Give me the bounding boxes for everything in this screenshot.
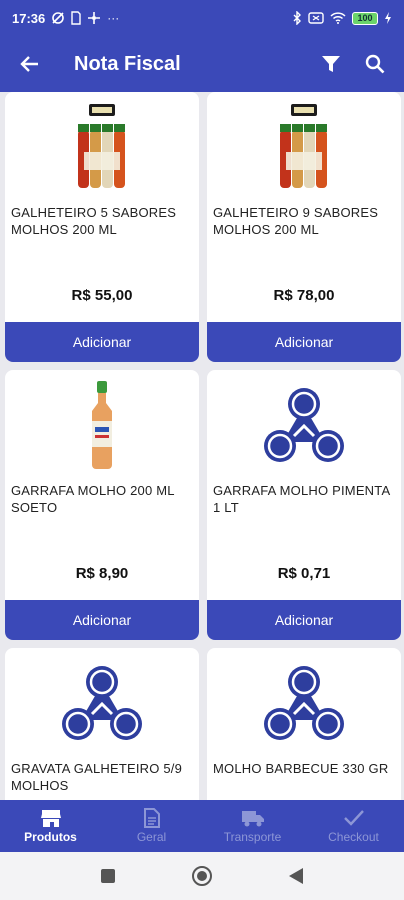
- product-image: [207, 656, 401, 750]
- truck-icon: [241, 811, 264, 827]
- system-nav-bar: [0, 852, 404, 900]
- placeholder-logo-icon: [264, 666, 344, 740]
- add-button[interactable]: Adicionar: [5, 600, 199, 640]
- product-name: GALHETEIRO 5 SABORES MOLHOS 200 ML: [11, 205, 177, 237]
- product-image: [207, 100, 401, 194]
- product-grid: GALHETEIRO 5 SABORES MOLHOS 200 ML R$ 55…: [5, 92, 401, 800]
- sauce-bottles-pack-icon: [78, 104, 125, 188]
- tab-label: Geral: [136, 830, 167, 844]
- tab-label: Checkout: [328, 830, 379, 844]
- app-bar-actions: [316, 49, 394, 79]
- check-icon: [343, 810, 364, 826]
- square-icon: [101, 869, 115, 883]
- system-back-button[interactable]: [284, 864, 308, 888]
- charging-icon: [385, 12, 391, 24]
- wifi-icon: [330, 12, 346, 24]
- product-image: [207, 378, 401, 472]
- app-bar: Nota Fiscal: [0, 36, 404, 92]
- document-icon: [143, 808, 160, 828]
- product-price: R$ 8,90: [75, 565, 129, 582]
- product-card: GARRAFA MOLHO 200 ML SOETO R$ 8,90 Adici…: [5, 370, 199, 640]
- status-bar: 17:36 ··· 100: [0, 0, 404, 36]
- sim-card-icon: [71, 11, 81, 25]
- back-button[interactable]: [10, 44, 50, 84]
- placeholder-logo-icon: [264, 388, 344, 462]
- page-title: Nota Fiscal: [74, 52, 181, 75]
- product-name: GALHETEIRO 9 SABORES MOLHOS 200 ML: [213, 205, 379, 237]
- product-image: [5, 656, 199, 750]
- fan-icon: [88, 12, 101, 24]
- no-sim-icon: [308, 12, 324, 24]
- product-card: MOLHO BARBECUE 330 GR: [207, 648, 401, 800]
- product-card: GARRAFA MOLHO PIMENTA 1 LT R$ 0,71 Adici…: [207, 370, 401, 640]
- sauce-bottles-pack-icon: [280, 104, 327, 188]
- product-name: GARRAFA MOLHO PIMENTA 1 LT: [213, 483, 390, 515]
- store-icon: [40, 810, 61, 827]
- product-name: GARRAFA MOLHO 200 ML SOETO: [11, 483, 175, 515]
- product-card: GALHETEIRO 5 SABORES MOLHOS 200 ML R$ 55…: [5, 92, 199, 362]
- tab-transporte[interactable]: Transporte: [202, 800, 303, 852]
- status-time: 17:36: [12, 10, 46, 26]
- product-card: GALHETEIRO 9 SABORES MOLHOS 200 ML R$ 78…: [207, 92, 401, 362]
- battery-icon: 100: [352, 11, 378, 25]
- status-right-icons: 100: [292, 11, 392, 25]
- bottom-nav: Produtos Geral Transporte Checkout: [0, 800, 404, 852]
- placeholder-logo-icon: [62, 666, 142, 740]
- filter-icon: [322, 56, 340, 72]
- filter-button[interactable]: [316, 49, 346, 79]
- add-button[interactable]: Adicionar: [207, 322, 401, 362]
- tab-produtos[interactable]: Produtos: [0, 800, 101, 852]
- product-card: GRAVATA GALHETEIRO 5/9 MOLHOS: [5, 648, 199, 800]
- add-button[interactable]: Adicionar: [207, 600, 401, 640]
- more-notifications-icon: ···: [107, 11, 120, 25]
- status-left-icons: ···: [51, 11, 119, 25]
- product-list[interactable]: GALHETEIRO 5 SABORES MOLHOS 200 ML R$ 55…: [0, 92, 404, 800]
- bluetooth-icon: [293, 11, 301, 25]
- tab-label: Produtos: [24, 830, 77, 844]
- tab-checkout[interactable]: Checkout: [303, 800, 404, 852]
- product-price: R$ 78,00: [273, 287, 335, 304]
- sauce-bottle-icon: [92, 381, 112, 469]
- product-image: [5, 378, 199, 472]
- search-button[interactable]: [360, 49, 390, 79]
- triangle-back-icon: [289, 868, 303, 884]
- product-image: [5, 100, 199, 194]
- product-price: R$ 0,71: [277, 565, 331, 582]
- sync-off-icon: [52, 12, 65, 24]
- home-button[interactable]: [190, 864, 214, 888]
- product-price: R$ 55,00: [71, 287, 133, 304]
- tab-geral[interactable]: Geral: [101, 800, 202, 852]
- arrow-left-icon: [20, 56, 38, 72]
- product-name: GRAVATA GALHETEIRO 5/9 MOLHOS: [11, 761, 183, 793]
- product-name: MOLHO BARBECUE 330 GR: [213, 761, 389, 776]
- tab-label: Transporte: [223, 830, 282, 844]
- recents-button[interactable]: [96, 864, 120, 888]
- search-icon: [365, 54, 385, 74]
- add-button[interactable]: Adicionar: [5, 322, 199, 362]
- circle-icon: [192, 866, 212, 886]
